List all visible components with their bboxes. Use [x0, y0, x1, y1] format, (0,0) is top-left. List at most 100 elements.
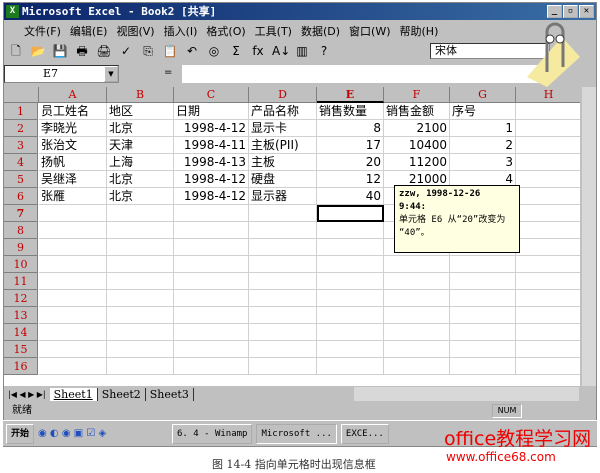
cell-B10[interactable]	[107, 256, 174, 273]
cell-C4[interactable]: 1998-4-13	[174, 154, 249, 171]
vertical-scrollbar[interactable]	[582, 87, 596, 386]
cell-B16[interactable]	[107, 358, 174, 375]
cell-A13[interactable]	[39, 307, 107, 324]
cell-H2[interactable]	[516, 120, 580, 137]
web-icon[interactable]: ◎	[206, 43, 222, 59]
cell-E3[interactable]: 17	[317, 137, 384, 154]
cell-A2[interactable]: 李晓光	[39, 120, 107, 137]
cell-A10[interactable]	[39, 256, 107, 273]
cell-A16[interactable]	[39, 358, 107, 375]
cell-C7[interactable]	[174, 205, 249, 222]
cell-B2[interactable]: 北京	[107, 120, 174, 137]
cell-E6[interactable]: 40	[317, 188, 384, 205]
cell-B7[interactable]	[107, 205, 174, 222]
cell-E1[interactable]: 销售数量	[317, 103, 384, 120]
row-header[interactable]: 5	[4, 171, 38, 188]
menu-item[interactable]: 数据(D)	[301, 23, 340, 39]
cell-H5[interactable]	[516, 171, 580, 188]
column-header-H[interactable]: H	[516, 87, 580, 103]
cell-D10[interactable]	[249, 256, 317, 273]
cell-B3[interactable]: 天津	[107, 137, 174, 154]
cell-G3[interactable]: 2	[450, 137, 516, 154]
cell-H6[interactable]	[516, 188, 580, 205]
cell-A8[interactable]	[39, 222, 107, 239]
menu-item[interactable]: 插入(I)	[164, 23, 198, 39]
row-header[interactable]: 4	[4, 154, 38, 171]
quick-launch-icons[interactable]: ◉ ◐ ◉ ▣ ☑ ◈	[38, 428, 168, 439]
cell-A3[interactable]: 张治文	[39, 137, 107, 154]
cell-D13[interactable]	[249, 307, 317, 324]
menu-item[interactable]: 帮助(H)	[400, 23, 439, 39]
row-header[interactable]: 15	[4, 341, 38, 358]
cell-C13[interactable]	[174, 307, 249, 324]
menu-item[interactable]: 格式(O)	[206, 23, 245, 39]
cell-G15[interactable]	[450, 341, 516, 358]
copy-icon[interactable]: ⎘	[140, 43, 156, 59]
cell-D4[interactable]: 主板	[249, 154, 317, 171]
cell-D9[interactable]	[249, 239, 317, 256]
cell-C12[interactable]	[174, 290, 249, 307]
start-button[interactable]: 开始	[6, 423, 35, 444]
cell-E13[interactable]	[317, 307, 384, 324]
cell-A4[interactable]: 扬帆	[39, 154, 107, 171]
open-icon[interactable]: 📂	[30, 43, 46, 59]
cell-A1[interactable]: 员工姓名	[39, 103, 107, 120]
cell-G12[interactable]	[450, 290, 516, 307]
row-header[interactable]: 14	[4, 324, 38, 341]
paste-icon[interactable]: 📋	[162, 43, 178, 59]
sort-ascending-icon[interactable]: A↓	[272, 43, 290, 59]
cell-E2[interactable]: 8	[317, 120, 384, 137]
cell-B11[interactable]	[107, 273, 174, 290]
cell-A5[interactable]: 吴继泽	[39, 171, 107, 188]
cell-A11[interactable]	[39, 273, 107, 290]
select-all-corner[interactable]	[4, 87, 39, 103]
cell-H13[interactable]	[516, 307, 580, 324]
row-header[interactable]: 9	[4, 239, 38, 256]
column-header-C[interactable]: C	[174, 87, 249, 103]
cell-C8[interactable]	[174, 222, 249, 239]
column-header-D[interactable]: D	[249, 87, 317, 103]
row-header[interactable]: 3	[4, 137, 38, 154]
cell-F4[interactable]: 11200	[384, 154, 450, 171]
cell-F10[interactable]	[384, 256, 450, 273]
cell-H10[interactable]	[516, 256, 580, 273]
cell-H15[interactable]	[516, 341, 580, 358]
cell-B15[interactable]	[107, 341, 174, 358]
cell-G1[interactable]: 序号	[450, 103, 516, 120]
horizontal-scrollbar[interactable]	[354, 387, 579, 401]
cell-F15[interactable]	[384, 341, 450, 358]
cell-D14[interactable]	[249, 324, 317, 341]
cell-G2[interactable]: 1	[450, 120, 516, 137]
cell-C16[interactable]	[174, 358, 249, 375]
tab-sheet3[interactable]: Sheet3	[146, 387, 194, 401]
row-header[interactable]: 16	[4, 358, 38, 375]
cell-E9[interactable]	[317, 239, 384, 256]
column-header-E[interactable]: E	[317, 87, 384, 103]
cell-E8[interactable]	[317, 222, 384, 239]
cell-B1[interactable]: 地区	[107, 103, 174, 120]
cell-D6[interactable]: 显示器	[249, 188, 317, 205]
cell-D11[interactable]	[249, 273, 317, 290]
cell-D1[interactable]: 产品名称	[249, 103, 317, 120]
cell-H4[interactable]	[516, 154, 580, 171]
row-header[interactable]: 2	[4, 120, 38, 137]
spelling-icon[interactable]: ✓	[118, 43, 134, 59]
cell-H14[interactable]	[516, 324, 580, 341]
cell-B8[interactable]	[107, 222, 174, 239]
menu-item[interactable]: 文件(F)	[24, 23, 61, 39]
cell-B13[interactable]	[107, 307, 174, 324]
row-header[interactable]: 13	[4, 307, 38, 324]
cell-F11[interactable]	[384, 273, 450, 290]
cell-D8[interactable]	[249, 222, 317, 239]
column-header-F[interactable]: F	[384, 87, 450, 103]
cell-E11[interactable]	[317, 273, 384, 290]
cell-D7[interactable]	[249, 205, 317, 222]
cell-D5[interactable]: 硬盘	[249, 171, 317, 188]
cell-G11[interactable]	[450, 273, 516, 290]
cell-F14[interactable]	[384, 324, 450, 341]
menu-item[interactable]: 视图(V)	[116, 23, 154, 39]
cell-B6[interactable]: 北京	[107, 188, 174, 205]
cell-C1[interactable]: 日期	[174, 103, 249, 120]
cell-D12[interactable]	[249, 290, 317, 307]
cell-C11[interactable]	[174, 273, 249, 290]
